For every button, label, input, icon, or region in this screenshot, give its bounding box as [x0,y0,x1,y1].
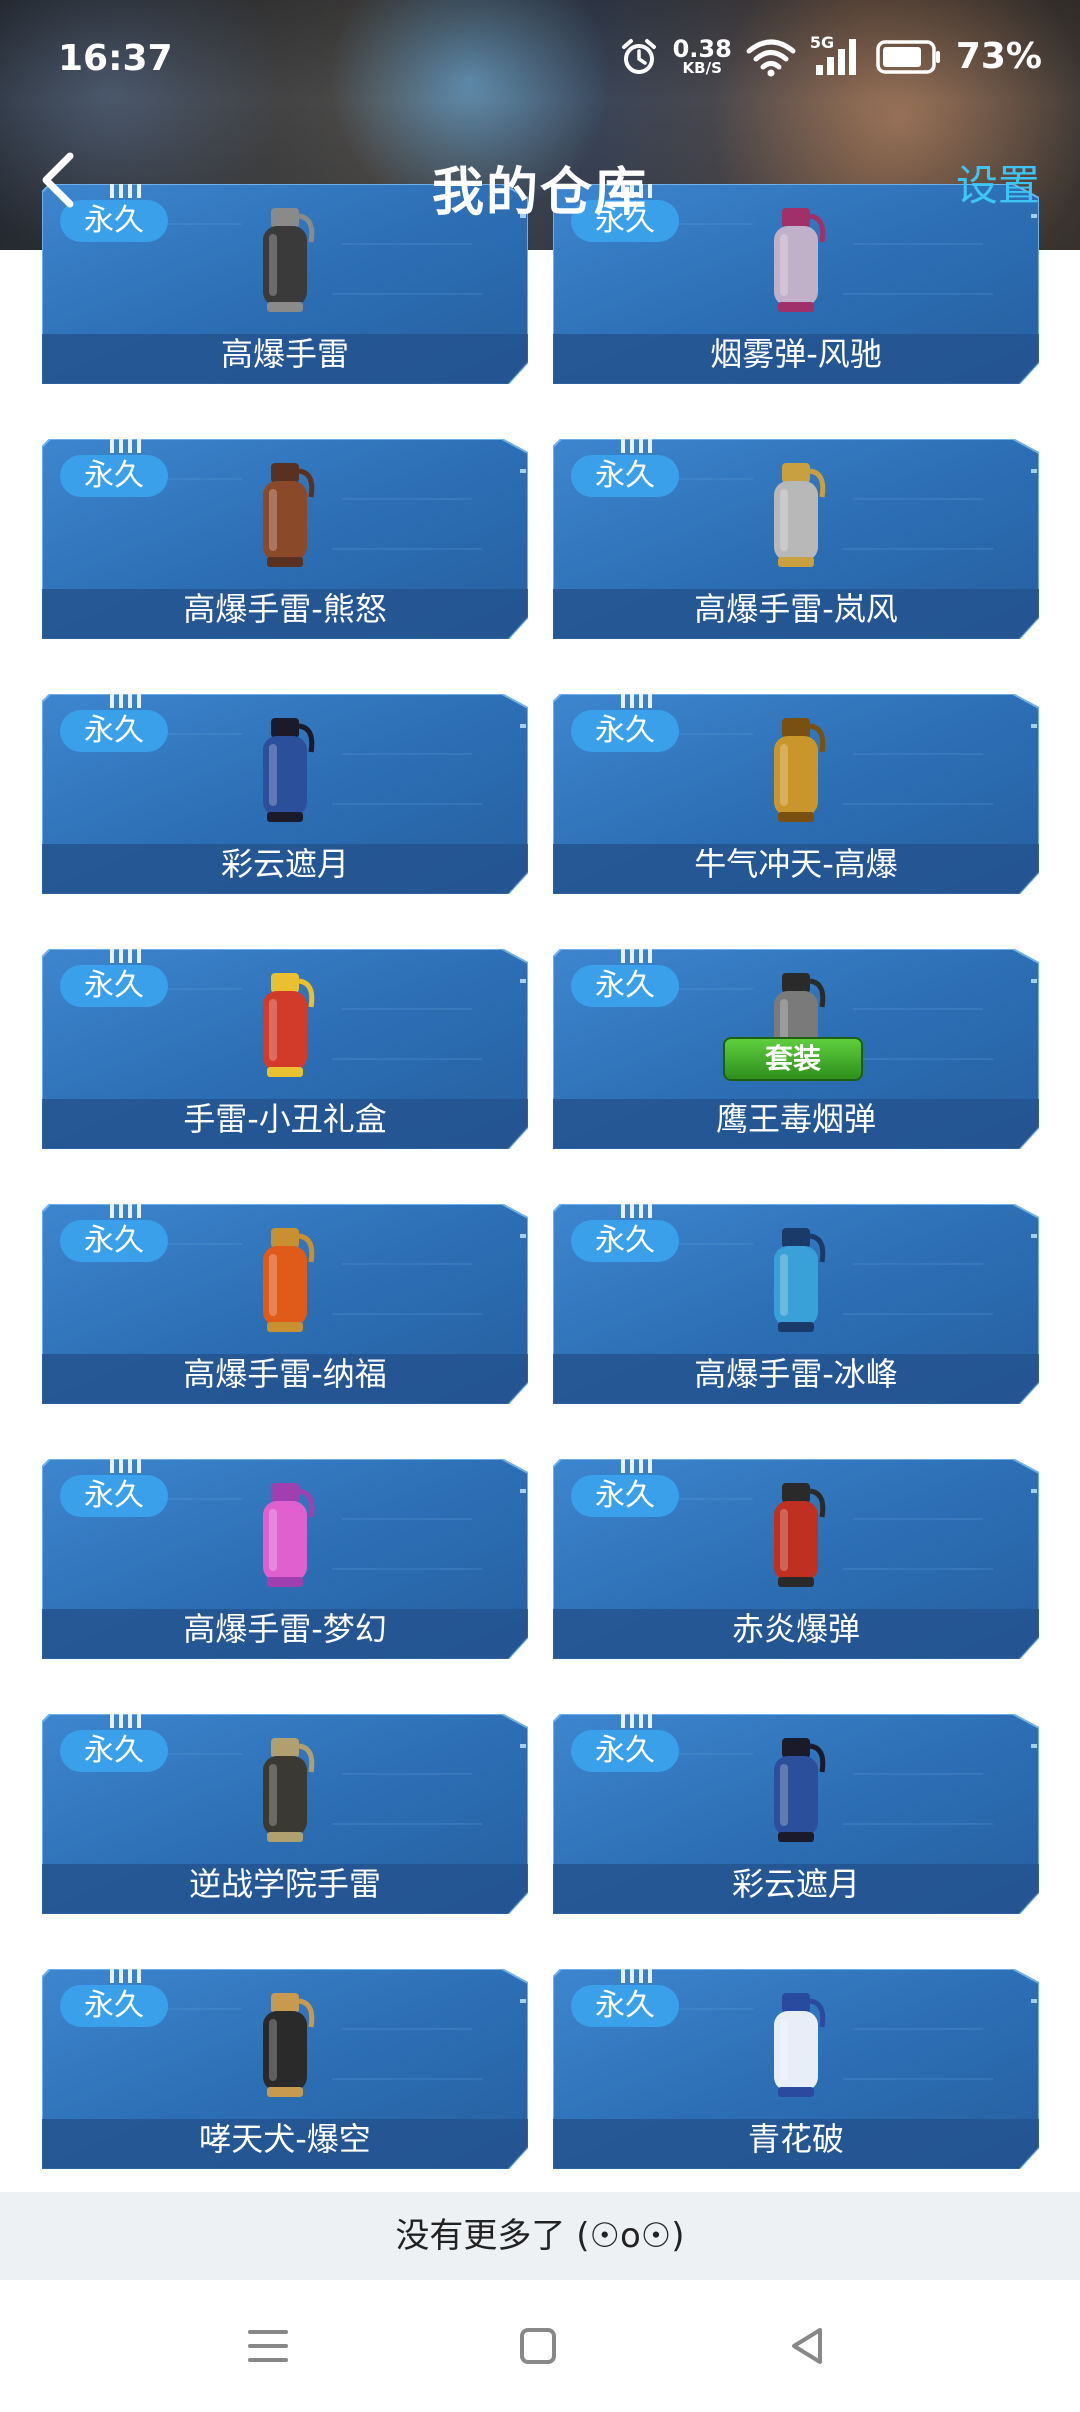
item-image [774,1228,826,1332]
settings-button[interactable]: 设置 [956,152,1040,213]
permanent-badge: 永久 [60,965,168,1007]
header-banner: 16:37 0.38 KB/S 5G 73% 我的仓库 设置 [0,0,1080,250]
tick-marks-icon [110,1969,141,1983]
battery-icon [876,39,940,74]
tick-marks-icon [110,694,141,708]
permanent-badge: 永久 [571,1220,679,1262]
item-name: 烟雾弹-风驰 [710,335,882,373]
item-image [263,1993,315,2097]
battery-percent: 73% [955,36,1042,77]
permanent-badge: 永久 [571,1475,679,1517]
item-card[interactable]: 永久高爆手雷-梦幻 [42,1459,528,1659]
item-card[interactable]: 永久彩云遮月 [553,1714,1039,1914]
item-name: 逆战学院手雷 [188,1865,381,1903]
item-name: 手雷-小丑礼盒 [183,1100,387,1138]
permanent-badge: 永久 [571,965,679,1007]
signal-icon [815,38,856,75]
home-icon[interactable] [508,2316,568,2376]
item-card[interactable]: 永久高爆手雷-熊怒 [42,439,528,639]
page-title: 我的仓库 [431,163,648,223]
item-image [774,718,826,822]
item-image [774,1993,826,2097]
wifi-icon [746,39,796,76]
signal-5g: 5G [810,33,862,77]
back-triangle-icon[interactable] [778,2316,838,2376]
item-name: 彩云遮月 [731,1865,860,1903]
end-of-list-text: 没有更多了 (☉o☉) [0,2192,1080,2280]
item-card[interactable]: 永久赤炎爆弹 [553,1459,1039,1659]
item-image [263,1738,315,1842]
status-bar: 16:37 0.38 KB/S 5G 73% [0,0,1080,110]
tick-marks-icon [110,949,141,963]
item-name: 鹰王毒烟弹 [715,1100,876,1138]
status-icons: 0.38 KB/S 5G 73% [619,33,1042,77]
item-card[interactable]: 永久高爆手雷-岚风 [553,439,1039,639]
permanent-badge: 永久 [571,710,679,752]
tick-marks-icon [110,1459,141,1473]
item-name: 高爆手雷 [220,335,349,373]
permanent-badge: 永久 [571,455,679,497]
item-name: 赤炎爆弹 [731,1610,860,1648]
permanent-badge: 永久 [571,1730,679,1772]
item-card[interactable]: 永久彩云遮月 [42,694,528,894]
system-nav-bar [0,2280,1080,2412]
item-image [774,1483,826,1587]
item-name: 哮天犬-爆空 [199,2120,371,2158]
tick-marks-icon [621,1459,652,1473]
item-card[interactable]: 永久高爆手雷-冰峰 [553,1204,1039,1404]
item-card[interactable]: 永久套装鹰王毒烟弹 [553,949,1039,1149]
item-card[interactable]: 永久哮天犬-爆空 [42,1969,528,2169]
permanent-badge: 永久 [60,1730,168,1772]
item-name: 高爆手雷-岚风 [694,590,898,628]
item-image [263,1483,315,1587]
tick-marks-icon [621,1714,652,1728]
network-speed: 0.38 KB/S [672,35,732,77]
item-card[interactable]: 永久牛气冲天-高爆 [553,694,1039,894]
watermark: Taoshouyou.Com [435,1185,665,1210]
item-image [263,1228,315,1332]
item-name: 高爆手雷-熊怒 [183,590,387,628]
item-name: 高爆手雷-梦幻 [183,1610,387,1648]
item-name: 高爆手雷-冰峰 [694,1355,898,1393]
menu-icon[interactable] [238,2316,298,2376]
suit-tag: 套装 [723,1037,863,1081]
item-name: 青花破 [747,2120,844,2158]
permanent-badge: 永久 [571,1985,679,2027]
item-name: 高爆手雷-纳福 [183,1355,387,1393]
item-card[interactable]: 永久高爆手雷-纳福 [42,1204,528,1404]
tick-marks-icon [110,439,141,453]
permanent-badge: 永久 [60,710,168,752]
permanent-badge: 永久 [60,1985,168,2027]
item-name: 牛气冲天-高爆 [694,845,898,883]
item-image [774,463,826,567]
item-name: 彩云遮月 [220,845,349,883]
permanent-badge: 永久 [60,1475,168,1517]
tick-marks-icon [621,949,652,963]
tick-marks-icon [621,439,652,453]
tick-marks-icon [621,1969,652,1983]
tick-marks-icon [110,1204,141,1218]
permanent-badge: 永久 [60,455,168,497]
item-card[interactable]: 永久手雷-小丑礼盒 [42,949,528,1149]
item-image [263,463,315,567]
item-image [774,1738,826,1842]
tick-marks-icon [110,1714,141,1728]
permanent-badge: 永久 [60,1220,168,1262]
item-card[interactable]: 永久逆战学院手雷 [42,1714,528,1914]
item-image [263,973,315,1077]
status-time: 16:37 [58,38,173,79]
alarm-icon [621,38,656,74]
item-image [263,718,315,822]
tick-marks-icon [621,694,652,708]
item-card[interactable]: 永久青花破 [553,1969,1039,2169]
title-bar: 我的仓库 设置 [0,130,1080,230]
